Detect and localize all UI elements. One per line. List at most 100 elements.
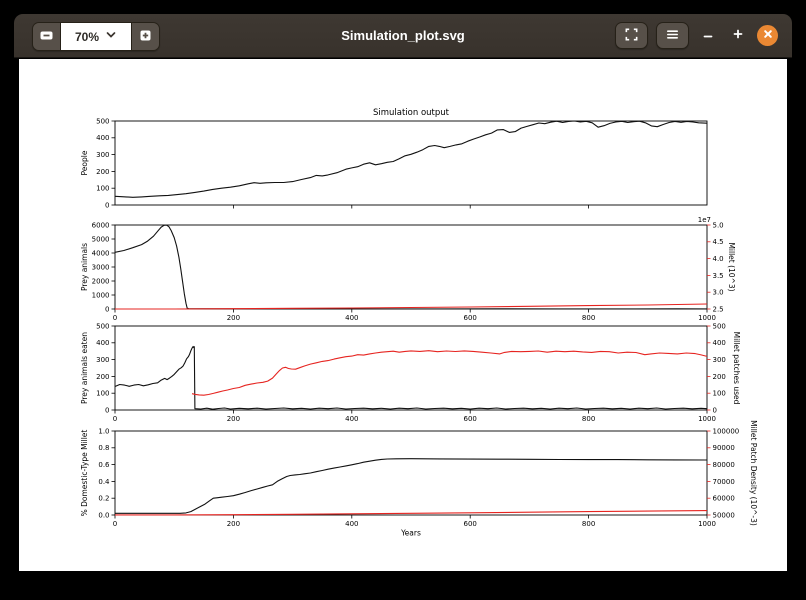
series-millet-patch-density (115, 511, 707, 515)
minimize-icon (701, 27, 715, 44)
svg-text:0: 0 (105, 406, 109, 414)
svg-text:5000: 5000 (92, 235, 110, 243)
svg-text:Prey animals: Prey animals (80, 243, 89, 291)
svg-text:0: 0 (113, 415, 117, 423)
minimize-button[interactable] (697, 25, 719, 47)
series--domestic-type-millet (115, 459, 707, 514)
svg-text:% Domestic-Type Millet: % Domestic-Type Millet (80, 430, 89, 517)
svg-text:3.5: 3.5 (713, 272, 724, 280)
svg-text:800: 800 (582, 415, 595, 423)
subplot-3: 0 100 200 300 400 500 Prey animals eaten 0 200 40… (80, 322, 741, 423)
svg-text:300: 300 (96, 356, 109, 364)
svg-text:Prey animals eaten: Prey animals eaten (80, 332, 89, 404)
close-button[interactable] (757, 25, 778, 46)
svg-text:100: 100 (713, 390, 726, 398)
svg-text:400: 400 (96, 134, 109, 142)
svg-text:400: 400 (345, 415, 358, 423)
svg-text:0: 0 (113, 520, 117, 528)
zoom-level-value: 70% (75, 30, 99, 44)
svg-text:300: 300 (713, 356, 726, 364)
svg-text:4000: 4000 (92, 249, 110, 257)
zoom-in-icon (138, 28, 153, 46)
simulation-chart-svg: 0100200300400500PeopleSimulation output0… (19, 59, 787, 571)
svg-text:100000: 100000 (713, 427, 740, 435)
svg-text:0: 0 (105, 305, 109, 313)
svg-text:70000: 70000 (713, 478, 735, 486)
series-prey-animals-eaten (115, 347, 707, 410)
zoom-control-group: 70% (32, 22, 160, 51)
svg-text:100: 100 (96, 185, 109, 193)
image-viewport[interactable]: 0100200300400500PeopleSimulation output0… (14, 58, 792, 586)
svg-text:100: 100 (96, 390, 109, 398)
subplot-4: 0.0 0.2 0.4 0.6 0.8 1.0 % Domestic-Type Millet… (80, 420, 758, 537)
displayed-image: 0100200300400500PeopleSimulation output0… (19, 59, 787, 571)
svg-text:200: 200 (227, 520, 240, 528)
svg-text:1e7: 1e7 (698, 216, 711, 224)
series-prey-animals (115, 225, 707, 309)
svg-text:200: 200 (96, 373, 109, 381)
svg-text:0.0: 0.0 (98, 511, 109, 519)
series-millet-patches-used (192, 351, 707, 396)
svg-text:4.5: 4.5 (713, 238, 724, 246)
svg-text:5.0: 5.0 (713, 221, 724, 229)
svg-text:1000: 1000 (92, 291, 110, 299)
svg-text:0.4: 0.4 (98, 478, 110, 486)
svg-text:2.5: 2.5 (713, 305, 724, 313)
svg-text:600: 600 (464, 415, 477, 423)
svg-text:90000: 90000 (713, 444, 735, 452)
svg-text:0.8: 0.8 (98, 444, 109, 452)
header-bar[interactable]: 70% Simulation_plot.svg (14, 14, 792, 58)
svg-text:60000: 60000 (713, 495, 735, 503)
svg-text:500: 500 (96, 322, 109, 330)
svg-text:0: 0 (105, 201, 109, 209)
svg-text:200: 200 (96, 168, 109, 176)
svg-text:800: 800 (582, 314, 595, 322)
svg-text:6000: 6000 (92, 221, 110, 229)
svg-text:50000: 50000 (713, 511, 735, 519)
chevron-down-icon (105, 29, 117, 44)
svg-text:Years: Years (400, 529, 421, 538)
fullscreen-icon (624, 27, 639, 45)
svg-text:0.2: 0.2 (98, 495, 109, 503)
zoom-out-icon (39, 28, 54, 46)
svg-text:1000: 1000 (698, 314, 716, 322)
svg-text:1000: 1000 (698, 520, 716, 528)
svg-text:400: 400 (713, 339, 726, 347)
zoom-in-button[interactable] (132, 23, 159, 50)
svg-text:4.0: 4.0 (713, 255, 724, 263)
close-x-icon (762, 28, 774, 43)
svg-text:800: 800 (582, 520, 595, 528)
svg-text:1.0: 1.0 (98, 427, 109, 435)
svg-text:400: 400 (345, 314, 358, 322)
hamburger-menu-icon (665, 27, 680, 45)
svg-text:500: 500 (96, 117, 109, 125)
svg-text:3000: 3000 (92, 263, 110, 271)
svg-text:People: People (80, 150, 89, 175)
svg-text:1000: 1000 (698, 415, 716, 423)
svg-text:300: 300 (96, 151, 109, 159)
maximize-plus-icon (731, 27, 745, 44)
series-people (115, 121, 707, 197)
svg-text:200: 200 (713, 373, 726, 381)
svg-text:200: 200 (227, 415, 240, 423)
svg-text:0.6: 0.6 (98, 461, 110, 469)
svg-text:600: 600 (464, 314, 477, 322)
svg-text:Simulation output: Simulation output (373, 108, 450, 118)
svg-text:Millet (10^3): Millet (10^3) (727, 242, 736, 291)
svg-text:0: 0 (113, 314, 117, 322)
fullscreen-button[interactable] (615, 22, 648, 49)
zoom-out-button[interactable] (33, 23, 60, 50)
svg-text:200: 200 (227, 314, 240, 322)
subplot-2: 0100020003000400050006000Prey animals020… (80, 216, 736, 322)
svg-text:500: 500 (713, 322, 726, 330)
header-right-controls (615, 14, 778, 57)
svg-text:0: 0 (713, 406, 717, 414)
subplot-1: 0 100 200 300 400 500 People Simulation output (80, 108, 707, 209)
maximize-button[interactable] (727, 25, 749, 47)
zoom-level-select[interactable]: 70% (60, 23, 132, 50)
svg-text:600: 600 (464, 520, 477, 528)
svg-text:80000: 80000 (713, 461, 735, 469)
menu-button[interactable] (656, 22, 689, 49)
svg-text:400: 400 (345, 520, 358, 528)
image-viewer-window: 70% Simulation_plot.svg (14, 14, 792, 586)
